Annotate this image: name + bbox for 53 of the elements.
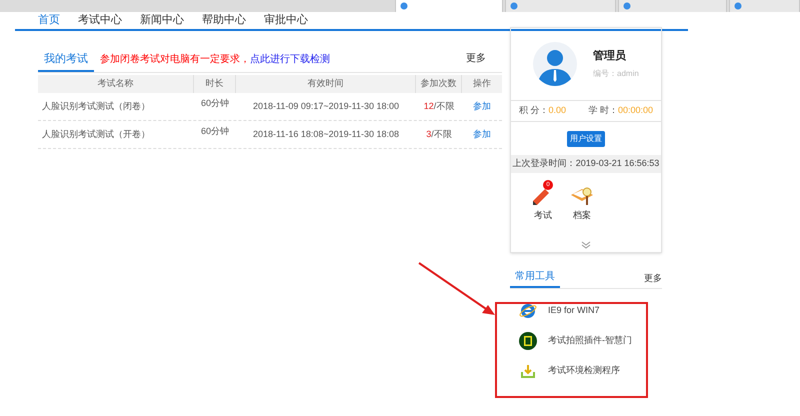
table-cell-text: 2018-11-16 18:08~2019-11-30 18:08 (252, 128, 400, 141)
column-header: 有效时间 (236, 75, 416, 93)
globe-icon (510, 2, 518, 10)
column-header: 考试名称 (38, 75, 194, 93)
section-tab[interactable]: 我的考试 (38, 50, 94, 72)
browser-e-icon (519, 302, 537, 320)
nav-tab[interactable]: 帮助中心 (202, 12, 246, 28)
shortcut-item[interactable]: 档案 (569, 183, 595, 241)
table-cell-text: 人脸识别考试测试（开卷） (41, 128, 151, 141)
join-link[interactable]: 参加 (473, 128, 491, 139)
join-link[interactable]: 参加 (473, 100, 491, 111)
attempt-limit: /不限 (431, 128, 452, 139)
nav-tab[interactable]: 新闻中心 (140, 12, 184, 28)
tool-item[interactable]: 考试环境检测程序 (518, 361, 662, 381)
table-cell-text: 60分钟 (200, 96, 230, 110)
user-name: 管理员 (593, 49, 627, 64)
user-id: 编号：admin (593, 68, 639, 80)
browser-tab[interactable] (395, 0, 504, 12)
last-login-text: 上次登录时间：2019-03-21 16:56:53 (511, 155, 661, 173)
table-cell-text: 人脸识别考试测试（闭卷） (41, 100, 151, 113)
tool-item[interactable]: 考试拍照插件-智慧门 (518, 331, 662, 351)
hours-text: 学 时：00:00:00 (588, 104, 653, 118)
column-header: 时长 (194, 75, 236, 93)
points-text: 积 分：0.00 (519, 104, 566, 118)
download-check-link[interactable]: 点此进行下载检测 (250, 54, 330, 65)
browser-tab[interactable] (505, 0, 616, 12)
table-cell-text: 2018-11-09 09:17~2019-11-30 18:00 (252, 100, 400, 113)
attempt-count: 3 (426, 128, 432, 139)
user-settings-button[interactable]: 用户设置 (567, 130, 605, 146)
more-link[interactable]: 更多 (466, 51, 486, 72)
shortcut-label: 档案 (573, 209, 591, 222)
download-icon (520, 363, 536, 379)
section-tab[interactable]: 常用工具 (510, 269, 560, 288)
notice-text: 参加闭卷考试对电脑有一定要求，点此进行下载检测 (100, 52, 330, 67)
tool-item[interactable]: IE9 for WIN7 (518, 301, 662, 321)
attempt-limit: /不限 (434, 100, 454, 111)
nav-tab[interactable]: 首页 (38, 12, 60, 28)
globe-icon (623, 2, 632, 10)
double-chevron-down-icon[interactable] (581, 241, 591, 249)
avatar-silhouette-icon (533, 42, 577, 86)
shortcut-label: 考试 (534, 209, 552, 222)
table-cell-text: 60分钟 (200, 124, 230, 138)
column-header: 操作 (472, 77, 492, 90)
browser-tab[interactable] (618, 0, 728, 12)
globe-icon (734, 2, 742, 10)
attempt-count: 12 (424, 100, 434, 111)
column-header: 参加次数 (416, 75, 462, 93)
browser-tab[interactable] (729, 0, 800, 12)
nav-tab[interactable]: 审批中心 (264, 12, 308, 28)
nav-tab[interactable]: 考试中心 (78, 12, 122, 28)
more-link[interactable]: 更多 (644, 272, 662, 288)
square-emblem-icon (519, 332, 537, 350)
globe-icon (400, 2, 408, 10)
